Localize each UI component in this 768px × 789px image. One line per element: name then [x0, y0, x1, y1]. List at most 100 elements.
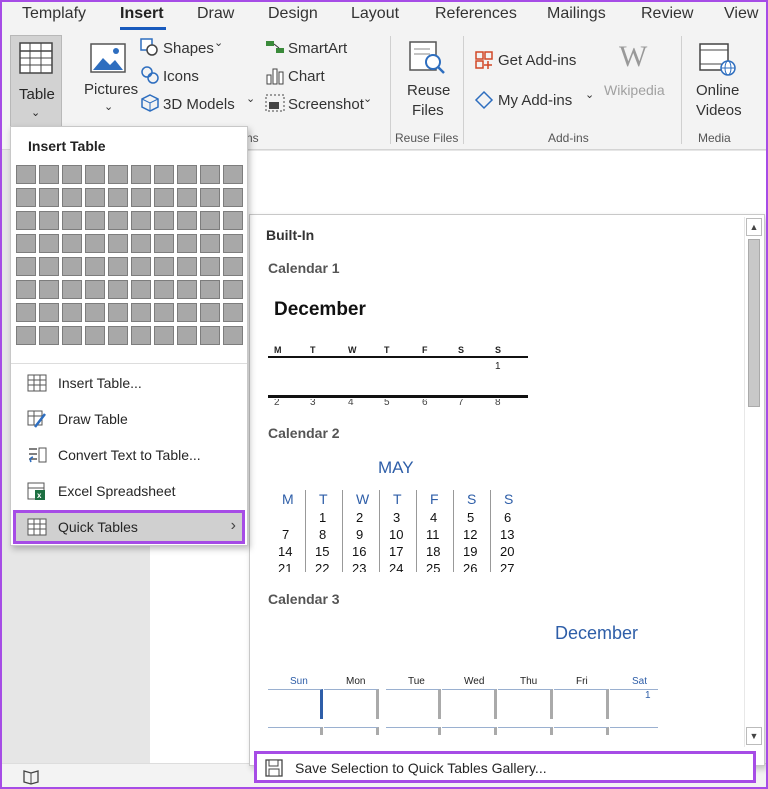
- grid-cell[interactable]: [39, 234, 59, 253]
- grid-cell[interactable]: [62, 234, 82, 253]
- grid-cell[interactable]: [62, 326, 82, 345]
- online-videos-label-1[interactable]: Online: [696, 82, 739, 99]
- insert-table-item[interactable]: Insert Table...: [13, 366, 245, 400]
- grid-cell[interactable]: [16, 165, 36, 184]
- grid-cell[interactable]: [85, 257, 105, 276]
- grid-cell[interactable]: [200, 234, 220, 253]
- grid-cell[interactable]: [154, 257, 174, 276]
- grid-cell[interactable]: [16, 257, 36, 276]
- grid-cell[interactable]: [200, 257, 220, 276]
- grid-cell[interactable]: [131, 188, 151, 207]
- grid-cell[interactable]: [85, 234, 105, 253]
- online-videos-label-2[interactable]: Videos: [696, 102, 742, 119]
- tab-view[interactable]: View: [724, 5, 758, 23]
- grid-cell[interactable]: [200, 303, 220, 322]
- tab-design[interactable]: Design: [268, 5, 318, 23]
- grid-cell[interactable]: [223, 234, 243, 253]
- grid-cell[interactable]: [62, 188, 82, 207]
- grid-cell[interactable]: [16, 211, 36, 230]
- 3d-models-button[interactable]: 3D Models: [163, 96, 235, 113]
- quick-tables-item[interactable]: Quick Tables ›: [13, 510, 245, 544]
- grid-cell[interactable]: [16, 234, 36, 253]
- chart-button[interactable]: Chart: [288, 68, 325, 85]
- my-addins-button[interactable]: My Add-ins: [498, 92, 572, 109]
- grid-cell[interactable]: [108, 326, 128, 345]
- grid-cell[interactable]: [154, 303, 174, 322]
- grid-cell[interactable]: [39, 165, 59, 184]
- grid-cell[interactable]: [131, 326, 151, 345]
- grid-cell[interactable]: [39, 257, 59, 276]
- grid-cell[interactable]: [16, 280, 36, 299]
- grid-cell[interactable]: [39, 188, 59, 207]
- draw-table-item[interactable]: Draw Table: [13, 402, 245, 436]
- grid-cell[interactable]: [177, 188, 197, 207]
- grid-cell[interactable]: [62, 280, 82, 299]
- grid-cell[interactable]: [177, 257, 197, 276]
- grid-cell[interactable]: [131, 303, 151, 322]
- grid-cell[interactable]: [223, 188, 243, 207]
- grid-cell[interactable]: [108, 257, 128, 276]
- reuse-files-label-2[interactable]: Files: [412, 102, 444, 119]
- grid-cell[interactable]: [200, 211, 220, 230]
- grid-cell[interactable]: [108, 165, 128, 184]
- grid-cell[interactable]: [154, 165, 174, 184]
- grid-cell[interactable]: [16, 303, 36, 322]
- book-icon[interactable]: [22, 769, 40, 785]
- grid-cell[interactable]: [131, 165, 151, 184]
- icons-button[interactable]: Icons: [163, 68, 199, 85]
- tab-templafy[interactable]: Templafy: [22, 5, 86, 23]
- scroll-up-icon[interactable]: ▲: [746, 218, 762, 236]
- screenshot-button[interactable]: Screenshot: [288, 96, 364, 113]
- tab-insert[interactable]: Insert: [120, 5, 164, 23]
- grid-cell[interactable]: [131, 234, 151, 253]
- grid-cell[interactable]: [62, 257, 82, 276]
- grid-cell[interactable]: [108, 280, 128, 299]
- grid-cell[interactable]: [223, 165, 243, 184]
- grid-cell[interactable]: [108, 234, 128, 253]
- grid-cell[interactable]: [108, 188, 128, 207]
- grid-cell[interactable]: [85, 188, 105, 207]
- scroll-thumb[interactable]: [748, 239, 760, 407]
- save-to-gallery-button[interactable]: Save Selection to Quick Tables Gallery..…: [254, 751, 756, 783]
- reuse-files-label-1[interactable]: Reuse: [407, 82, 450, 99]
- grid-cell[interactable]: [223, 257, 243, 276]
- grid-cell[interactable]: [223, 211, 243, 230]
- pictures-button[interactable]: Pictures: [84, 81, 138, 98]
- get-addins-button[interactable]: Get Add-ins: [498, 52, 576, 69]
- grid-cell[interactable]: [62, 165, 82, 184]
- grid-cell[interactable]: [85, 303, 105, 322]
- grid-cell[interactable]: [39, 326, 59, 345]
- tab-mailings[interactable]: Mailings: [547, 5, 606, 23]
- grid-cell[interactable]: [131, 280, 151, 299]
- excel-spreadsheet-item[interactable]: x Excel Spreadsheet: [13, 474, 245, 508]
- grid-cell[interactable]: [62, 303, 82, 322]
- grid-cell[interactable]: [154, 234, 174, 253]
- grid-cell[interactable]: [177, 234, 197, 253]
- tab-draw[interactable]: Draw: [197, 5, 234, 23]
- grid-cell[interactable]: [223, 303, 243, 322]
- scroll-down-icon[interactable]: ▼: [746, 727, 762, 745]
- grid-cell[interactable]: [131, 257, 151, 276]
- grid-cell[interactable]: [131, 211, 151, 230]
- grid-cell[interactable]: [154, 280, 174, 299]
- grid-cell[interactable]: [85, 326, 105, 345]
- grid-cell[interactable]: [16, 188, 36, 207]
- grid-cell[interactable]: [200, 326, 220, 345]
- grid-cell[interactable]: [108, 211, 128, 230]
- gallery-scrollbar[interactable]: ▲ ▼: [744, 217, 762, 747]
- grid-cell[interactable]: [177, 326, 197, 345]
- tab-review[interactable]: Review: [641, 5, 693, 23]
- grid-cell[interactable]: [177, 303, 197, 322]
- tab-references[interactable]: References: [435, 5, 517, 23]
- grid-cell[interactable]: [108, 303, 128, 322]
- convert-text-item[interactable]: Convert Text to Table...: [13, 438, 245, 472]
- grid-cell[interactable]: [177, 165, 197, 184]
- grid-cell[interactable]: [85, 211, 105, 230]
- tab-layout[interactable]: Layout: [351, 5, 399, 23]
- grid-cell[interactable]: [154, 188, 174, 207]
- grid-cell[interactable]: [223, 280, 243, 299]
- smartart-button[interactable]: SmartArt: [288, 40, 347, 57]
- grid-cell[interactable]: [85, 165, 105, 184]
- grid-cell[interactable]: [223, 326, 243, 345]
- shapes-button[interactable]: Shapes: [163, 40, 214, 57]
